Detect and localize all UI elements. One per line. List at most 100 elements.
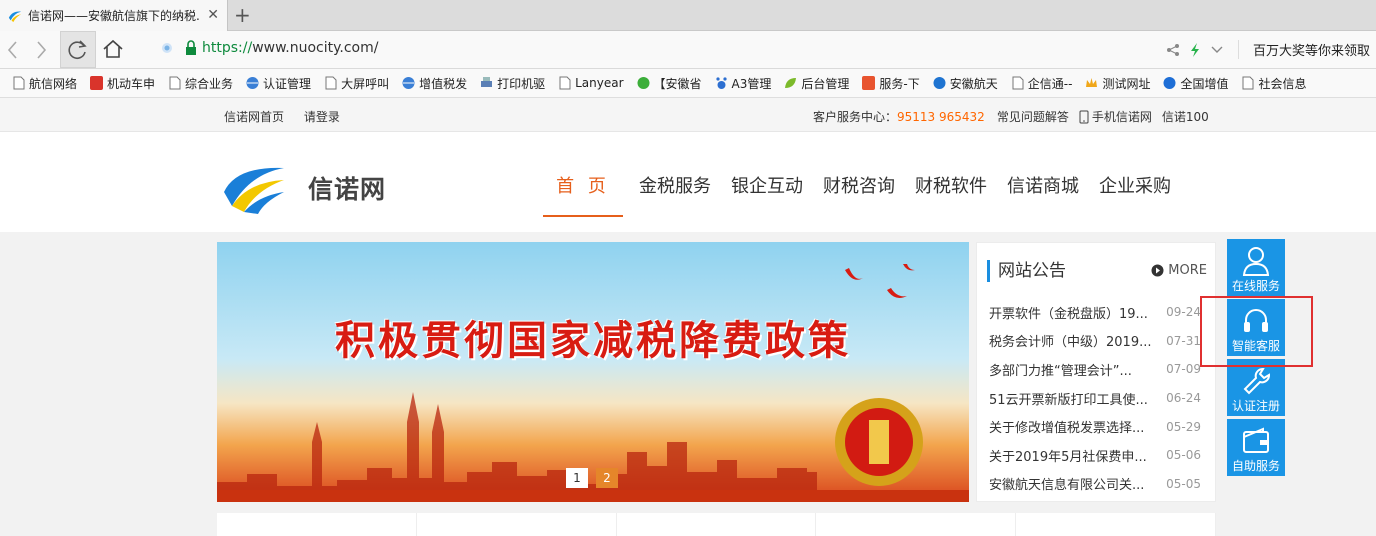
feature-card[interactable]: [417, 513, 617, 536]
notice-item[interactable]: 多部门力推“管理会计”... 07-09: [989, 355, 1217, 384]
notice-item-date: 05-06: [1166, 448, 1201, 463]
notice-list: 开票软件（金税盘版）19... 09-24 税务会计师（中级）2019... 07-3…: [989, 298, 1217, 498]
feature-card[interactable]: [816, 513, 1017, 536]
browser-tab-bar: 信诺网——安徽航信旗下的纳税... ✕ +: [0, 0, 1376, 31]
notice-item-title[interactable]: 开票软件（金税盘版）19...: [989, 303, 1161, 322]
feature-card[interactable]: [617, 513, 817, 536]
mobile-site-link[interactable]: 手机信诺网: [1092, 108, 1152, 125]
bookmark-item[interactable]: 机动车申: [90, 75, 155, 92]
notice-item-title[interactable]: 关于修改增值税发票选择...: [989, 417, 1161, 436]
notice-item-title[interactable]: 税务会计师（中级）2019...: [989, 331, 1161, 350]
xinnuo100-link[interactable]: 信诺100: [1162, 108, 1209, 125]
bookmark-item[interactable]: 大屏呼叫: [324, 75, 389, 92]
lightning-icon[interactable]: [1188, 42, 1202, 58]
bookmark-item[interactable]: 测试网址: [1085, 75, 1150, 92]
main-menu: 首 页金税服务 银企互动 财税咨询 财税软件 信诺商城 企业采购: [543, 132, 1183, 217]
page-icon: [13, 76, 25, 90]
faq-link[interactable]: 常见问题解答: [997, 108, 1069, 125]
share-icon[interactable]: [1166, 43, 1180, 57]
wallet-icon: [1243, 427, 1269, 453]
new-tab-button[interactable]: +: [234, 4, 251, 26]
notice-item-title[interactable]: 多部门力推“管理会计”...: [989, 360, 1161, 379]
bookmark-item[interactable]: 社会信息: [1241, 75, 1307, 92]
back-button[interactable]: [0, 37, 26, 63]
menu-item[interactable]: 信诺商城: [999, 132, 1087, 217]
forward-button[interactable]: [28, 37, 54, 63]
page-icon: [1012, 76, 1024, 90]
bookmark-item[interactable]: 增值税发: [402, 75, 467, 92]
lock-icon: [186, 40, 196, 55]
cert-register-button[interactable]: 认证注册: [1227, 359, 1285, 416]
browser-tab[interactable]: 信诺网——安徽航信旗下的纳税... ✕: [0, 0, 228, 31]
url-text: https://www.nuocity.com/: [202, 40, 378, 56]
close-tab-icon[interactable]: ✕: [207, 8, 219, 22]
bookmark-item[interactable]: 安徽航天: [933, 75, 998, 92]
feature-card[interactable]: [1016, 513, 1216, 536]
q-icon: [1163, 77, 1176, 89]
notice-item-date: 06-24: [1166, 391, 1201, 406]
cert-register-label: 认证注册: [1231, 399, 1280, 413]
feature-card[interactable]: [217, 513, 417, 536]
site-logo[interactable]: 信诺网: [222, 162, 386, 214]
bookmark-item[interactable]: 认证管理: [246, 75, 311, 92]
home-link[interactable]: 信诺网首页: [224, 110, 284, 124]
leaf-icon: [785, 78, 797, 88]
menu-item[interactable]: 财税咨询: [815, 132, 903, 217]
ie-icon: [933, 77, 946, 89]
bookmark-item[interactable]: 航信网络: [12, 75, 77, 92]
hero-banner[interactable]: 积极贯彻国家减税降费政策 1 2: [217, 242, 969, 502]
online-service-button[interactable]: 在线服务: [1227, 239, 1285, 296]
address-bar: https://www.nuocity.com/ 百万大奖等你来领取: [0, 31, 1376, 69]
page-icon: [1242, 76, 1254, 90]
promo-link[interactable]: 百万大奖等你来领取: [1237, 40, 1370, 59]
menu-item[interactable]: 金税服务: [631, 132, 719, 217]
printer-icon: [481, 77, 493, 87]
tab-title: 信诺网——安徽航信旗下的纳税...: [28, 9, 200, 23]
notice-item[interactable]: 51云开票新版打印工具使... 06-24: [989, 384, 1217, 413]
bookmark-label: Lanyear: [575, 76, 624, 90]
bookmarks-bar: 航信网络 机动车申 综合业务 认证管理 大屏呼叫 增值税发 打印机驱 Lanyear 【安徽省 A…: [0, 69, 1376, 98]
bookmark-item[interactable]: 服务-下: [862, 75, 920, 92]
chevron-down-icon[interactable]: [1210, 45, 1224, 55]
forward-arrow-icon: [37, 41, 47, 59]
more-link[interactable]: MORE: [1151, 263, 1207, 278]
bookmark-label: A3管理: [731, 76, 772, 91]
banner-dot-1[interactable]: 1: [566, 468, 588, 488]
bookmark-item[interactable]: 企信通--: [1011, 75, 1072, 92]
url-field[interactable]: https://www.nuocity.com/: [160, 40, 378, 56]
person-icon: [1242, 247, 1270, 276]
notice-item[interactable]: 开票软件（金税盘版）19... 09-24: [989, 298, 1217, 327]
notice-item-title[interactable]: 关于2019年5月社保费申...: [989, 446, 1161, 465]
notice-item-date: 05-05: [1166, 476, 1201, 491]
self-service-button[interactable]: 自助服务: [1227, 419, 1285, 476]
banner-dot-2[interactable]: 2: [596, 468, 618, 488]
globe-icon: [246, 77, 259, 89]
reload-button[interactable]: [60, 31, 96, 68]
notice-item[interactable]: 关于修改增值税发票选择... 05-29: [989, 412, 1217, 441]
tax-emblem-icon: [835, 398, 923, 486]
site-top-bar: 信诺网首页 请登录 客户服务中心： 95113 965432 常见问题解答 手机…: [0, 98, 1376, 132]
bookmark-item[interactable]: 综合业务: [168, 75, 233, 92]
login-link[interactable]: 请登录: [304, 110, 340, 124]
home-button[interactable]: [102, 39, 124, 62]
bookmark-label: 航信网络: [29, 76, 78, 91]
y-icon: [862, 76, 876, 90]
bookmark-item[interactable]: A3管理: [715, 75, 772, 92]
menu-item[interactable]: 首 页: [543, 132, 623, 217]
notice-item-title[interactable]: 安徽航天信息有限公司关...: [989, 474, 1161, 493]
notice-item[interactable]: 安徽航天信息有限公司关... 05-05: [989, 470, 1217, 499]
address-bar-right: 百万大奖等你来领取: [1166, 31, 1376, 68]
notice-item[interactable]: 税务会计师（中级）2019... 07-31: [989, 327, 1217, 356]
menu-item[interactable]: 银企互动: [723, 132, 811, 217]
menu-item[interactable]: 财税软件: [907, 132, 995, 217]
bookmark-item[interactable]: 全国增值: [1163, 75, 1228, 92]
bookmark-item[interactable]: 打印机驱: [480, 75, 545, 92]
play-circle-icon: [1151, 264, 1164, 277]
menu-item[interactable]: 企业采购: [1091, 132, 1179, 217]
bookmark-item[interactable]: 【安徽省: [637, 75, 702, 92]
bookmark-item[interactable]: Lanyear: [558, 76, 624, 90]
bookmark-item[interactable]: 后台管理: [784, 75, 849, 92]
notice-item[interactable]: 关于2019年5月社保费申... 05-06: [989, 441, 1217, 470]
notice-item-title[interactable]: 51云开票新版打印工具使...: [989, 389, 1161, 408]
bookmark-label: 测试网址: [1102, 76, 1151, 91]
